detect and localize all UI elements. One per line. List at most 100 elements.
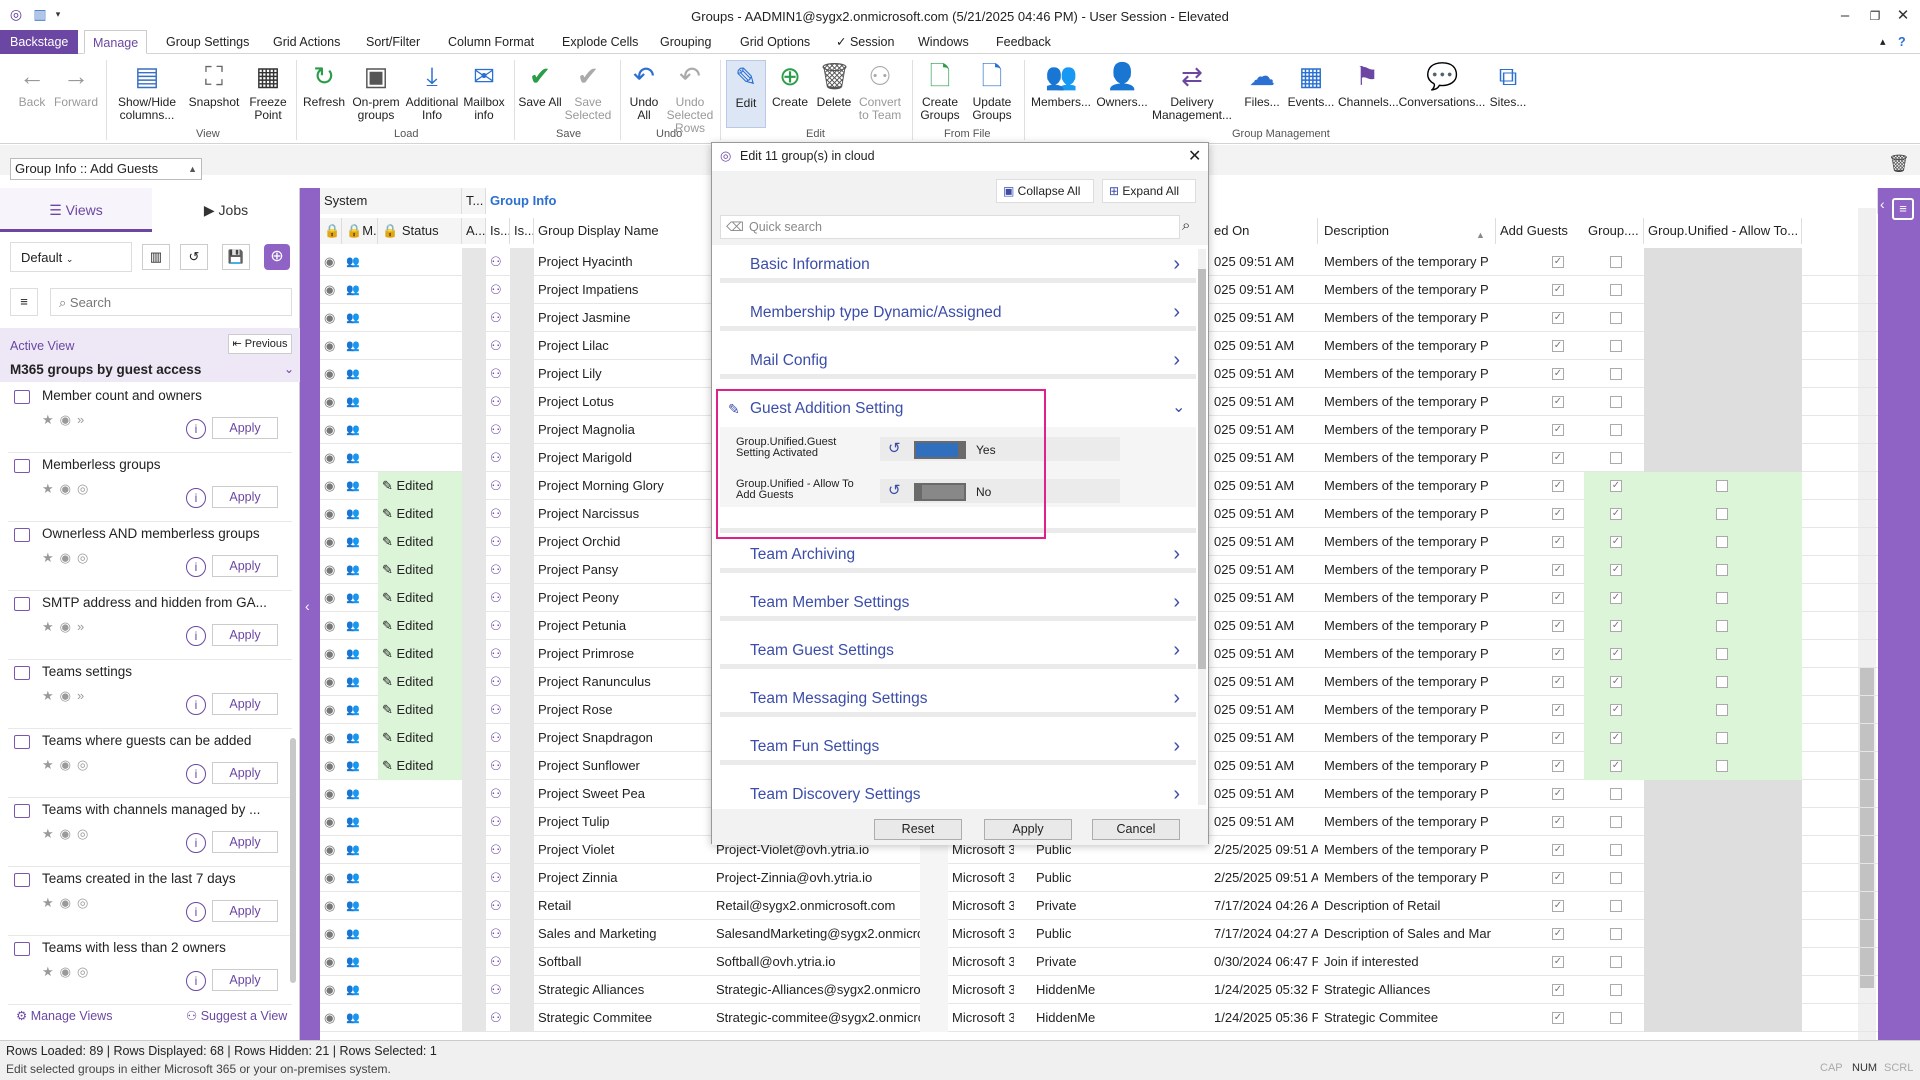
col-group-display-name[interactable]: Group Display Name [534,218,712,244]
view-item[interactable]: Teams with less than 2 owners ★◉◎ i Apply [8,936,292,1005]
group-checkbox[interactable] [1610,900,1622,912]
group-checkbox[interactable] [1610,956,1622,968]
add-guests-checkbox[interactable]: ✓ [1552,704,1564,716]
eraser-icon[interactable]: ⌫ [721,216,749,238]
add-guests-checkbox[interactable]: ✓ [1552,620,1564,632]
chevron-left-icon[interactable]: ‹ [305,598,310,614]
group-checkbox[interactable] [1610,256,1622,268]
tab-windows[interactable]: Windows [910,30,977,54]
apply-button[interactable]: Apply [212,624,278,646]
row-select-icon[interactable]: ◉ [320,752,342,780]
owners-button[interactable]: 👤 Owners... [1094,60,1150,109]
close-icon[interactable]: ✕ [1188,146,1201,166]
restore-button[interactable]: ❐ [1862,6,1888,26]
dialog-scrollbar-thumb[interactable] [1198,269,1206,669]
group-checkbox[interactable]: ✓ [1610,648,1622,660]
show-hide-columns-button[interactable]: ▤ Show/Hide columns... [112,60,182,122]
group-checkbox[interactable]: ✓ [1610,704,1622,716]
quick-search-input[interactable]: ⌫ Quick search [720,215,1180,239]
table-row[interactable]: ◉ 👥 ⚇ Strategic Commitee Strategic-commitee@… [320,1004,1878,1032]
tab-grid-options[interactable]: Grid Options [732,30,818,54]
apply-button[interactable]: Apply [212,900,278,922]
row-select-icon[interactable]: ◉ [320,1004,342,1032]
add-guests-checkbox[interactable]: ✓ [1552,1012,1564,1024]
info-icon[interactable]: i [186,971,206,991]
add-guests-checkbox[interactable]: ✓ [1552,256,1564,268]
apply-button[interactable]: Apply [212,762,278,784]
dialog-scrollbar[interactable] [1198,249,1206,805]
group-checkbox[interactable] [1610,788,1622,800]
info-icon[interactable]: i [186,764,206,784]
col-group[interactable]: Group.... [1584,218,1644,244]
suggest-view-link[interactable]: ⚇ Suggest a View [186,1008,287,1023]
add-guests-checkbox[interactable]: ✓ [1552,564,1564,576]
add-guests-checkbox[interactable]: ✓ [1552,368,1564,380]
row-select-icon[interactable]: ◉ [320,556,342,584]
col-a[interactable]: A... [462,218,486,244]
add-guests-checkbox[interactable]: ✓ [1552,816,1564,828]
save-view-icon[interactable]: 💾 [222,244,250,270]
apply-button[interactable]: Apply [212,417,278,439]
add-guests-checkbox[interactable]: ✓ [1552,732,1564,744]
allow-to-checkbox[interactable] [1716,508,1728,520]
save-selected-button[interactable]: ✔ Save Selected [562,60,614,122]
group-checkbox[interactable] [1610,452,1622,464]
expand-all-button[interactable]: ⊞ Expand All [1102,179,1196,203]
tab-jobs[interactable]: ▶ Jobs [152,188,300,232]
allow-to-checkbox[interactable] [1716,564,1728,576]
reset-view-icon[interactable]: ↺ [180,244,208,270]
tab-manage[interactable]: Manage [84,30,148,54]
section-team-discovery-settings[interactable]: Team Discovery Settings › [720,779,1196,809]
table-row[interactable]: ◉ 👥 ⚇ Softball Softball@ovh.ytria.io Microsof… [320,948,1878,976]
section-team-member-settings[interactable]: Team Member Settings › [720,587,1196,621]
allow-to-checkbox[interactable] [1716,536,1728,548]
row-select-icon[interactable]: ◉ [320,920,342,948]
chevron-left-icon[interactable]: ‹ [1880,196,1885,212]
checkbox-cell[interactable] [1014,976,1032,1004]
view-item[interactable]: Member count and owners ★◉» i Apply [8,384,292,453]
row-select-icon[interactable]: ◉ [320,388,342,416]
back-button[interactable]: ← Back [14,60,50,109]
section-team-archiving[interactable]: Team Archiving › [720,539,1196,573]
apply-button[interactable]: Apply [212,969,278,991]
undo-selected-button[interactable]: ↶ Undo Selected Rows [666,60,714,135]
filter-icon[interactable]: ≡ [10,288,38,316]
columns-view-icon[interactable]: ▥ [142,244,170,270]
collapse-all-button[interactable]: ▣ Collapse All [996,179,1094,203]
view-item[interactable]: Teams with channels managed by ... ★◉◎ i Ap… [8,798,292,867]
tab-views[interactable]: ☰ Views [0,188,152,232]
section-team-guest-settings[interactable]: Team Guest Settings › [720,635,1196,669]
group-checkbox[interactable] [1610,312,1622,324]
view-item[interactable]: Ownerless AND memberless groups ★◉◎ i Apply [8,522,292,591]
left-collapse-strip[interactable]: ‹ [300,188,320,1040]
minimize-button[interactable]: – [1832,6,1858,26]
row-select-icon[interactable]: ◉ [320,360,342,388]
view-item[interactable]: Memberless groups ★◉◎ i Apply [8,453,292,522]
allow-to-checkbox[interactable] [1716,676,1728,688]
tab-explode-cells[interactable]: Explode Cells [554,30,646,54]
group-checkbox[interactable] [1610,1012,1622,1024]
checkbox-cell[interactable] [1014,920,1032,948]
group-checkbox[interactable] [1610,340,1622,352]
row-select-icon[interactable]: ◉ [320,248,342,276]
apply-button[interactable]: Apply [212,831,278,853]
group-checkbox[interactable]: ✓ [1610,564,1622,576]
manage-views-link[interactable]: ⚙ Manage Views [16,1008,112,1023]
allow-to-checkbox[interactable] [1716,760,1728,772]
update-groups-button[interactable]: 🗋 Update Groups [966,60,1018,122]
table-row[interactable]: ◉ 👥 ⚇ Project Zinnia Project-Zinnia@ovh.ytri… [320,864,1878,892]
add-view-icon[interactable]: ⊕ [264,244,290,270]
row-select-icon[interactable]: ◉ [320,332,342,360]
add-guests-checkbox[interactable]: ✓ [1552,284,1564,296]
col-is-2[interactable]: Is... [510,218,534,244]
on-prem-groups-button[interactable]: ▣ On-prem groups [348,60,404,122]
info-icon[interactable]: i [186,626,206,646]
add-guests-checkbox[interactable]: ✓ [1552,956,1564,968]
view-item[interactable]: Teams where guests can be added ★◉◎ i Apply [8,729,292,798]
group-checkbox[interactable]: ✓ [1610,676,1622,688]
create-button[interactable]: ⊕ Create [768,60,812,109]
add-guests-checkbox[interactable]: ✓ [1552,648,1564,660]
row-select-icon[interactable]: ◉ [320,584,342,612]
row-select-icon[interactable]: ◉ [320,500,342,528]
add-guests-checkbox[interactable]: ✓ [1552,844,1564,856]
